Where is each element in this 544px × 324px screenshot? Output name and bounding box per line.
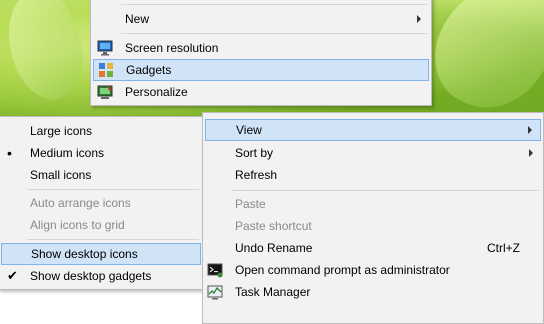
menu-item-task-manager[interactable]: Task Manager: [203, 281, 543, 303]
wallpaper-leaf: [417, 0, 544, 128]
menu-item-label: Large icons: [30, 124, 93, 138]
menu-item-undo-rename[interactable]: Undo Rename Ctrl+Z: [203, 237, 543, 259]
menu-item-paste[interactable]: Paste: [203, 193, 543, 215]
view-submenu: Large icons • Medium icons Small icons A…: [0, 116, 204, 290]
radio-bullet-icon: •: [7, 145, 12, 161]
main-context-menu: View Sort by Refresh Paste Paste shortcu…: [202, 112, 544, 324]
menu-item-label: Sort by: [235, 146, 274, 160]
submenu-item-align-to-grid[interactable]: Align icons to grid: [0, 214, 203, 236]
checkmark-icon: ✔: [7, 268, 18, 283]
menu-separator: [231, 190, 539, 191]
monitor-icon: [97, 40, 113, 56]
menu-item-personalize[interactable]: Personalize: [91, 81, 431, 103]
task-manager-icon: [207, 285, 223, 300]
menu-item-label: Auto arrange icons: [30, 196, 131, 210]
submenu-item-show-desktop-gadgets[interactable]: ✔ Show desktop gadgets: [0, 265, 203, 287]
menu-item-screen-resolution[interactable]: Screen resolution: [91, 37, 431, 59]
menu-item-label: New: [125, 12, 150, 26]
menu-item-label: Paste: [235, 197, 266, 211]
wallpaper-leaf: [0, 0, 97, 109]
submenu-item-show-desktop-icons[interactable]: Show desktop icons: [1, 243, 201, 265]
menu-separator: [27, 189, 199, 190]
menu-item-view[interactable]: View: [205, 119, 541, 141]
submenu-item-auto-arrange[interactable]: Auto arrange icons: [0, 192, 203, 214]
menu-item-label: Open command prompt as administrator: [235, 263, 450, 277]
submenu-item-small-icons[interactable]: Small icons: [0, 164, 203, 186]
menu-item-paste-shortcut[interactable]: Paste shortcut: [203, 215, 543, 237]
menu-item-label: Show desktop gadgets: [30, 269, 152, 283]
menu-separator: [27, 239, 199, 240]
menu-item-gadgets[interactable]: Gadgets: [93, 59, 429, 81]
menu-item-label: Gadgets: [126, 63, 172, 77]
menu-item-sort-by[interactable]: Sort by: [203, 142, 543, 164]
menu-item-label: Undo Rename: [235, 241, 313, 255]
menu-item-label: Personalize: [125, 85, 188, 99]
submenu-arrow-icon: [417, 15, 421, 23]
submenu-arrow-icon: [528, 126, 532, 134]
menu-item-label: Screen resolution: [125, 41, 219, 55]
menu-item-label: Task Manager: [235, 285, 311, 299]
menu-item-new[interactable]: New: [91, 8, 431, 30]
menu-item-refresh[interactable]: Refresh: [203, 164, 543, 186]
gadgets-icon: [99, 63, 113, 77]
menu-item-label: Show desktop icons: [31, 247, 138, 261]
shortcut-label: Ctrl+Z: [487, 241, 520, 255]
command-prompt-icon: [207, 263, 223, 278]
menu-item-label: Medium icons: [30, 146, 105, 160]
submenu-item-large-icons[interactable]: Large icons: [0, 120, 203, 142]
menu-item-label: View: [236, 123, 262, 137]
menu-item-label: Align icons to grid: [30, 218, 125, 232]
menu-item-label: Small icons: [30, 168, 92, 182]
submenu-arrow-icon: [529, 149, 533, 157]
menu-separator: [121, 4, 427, 5]
menu-item-label: Paste shortcut: [235, 219, 312, 233]
personalize-icon: [97, 85, 113, 99]
menu-separator: [121, 33, 427, 34]
menu-item-label: Refresh: [235, 168, 278, 182]
desktop-context-menu: New Screen resolution Gadgets Personaliz…: [90, 0, 432, 106]
menu-item-open-command-prompt-admin[interactable]: Open command prompt as administrator: [203, 259, 543, 281]
submenu-item-medium-icons[interactable]: • Medium icons: [0, 142, 203, 164]
